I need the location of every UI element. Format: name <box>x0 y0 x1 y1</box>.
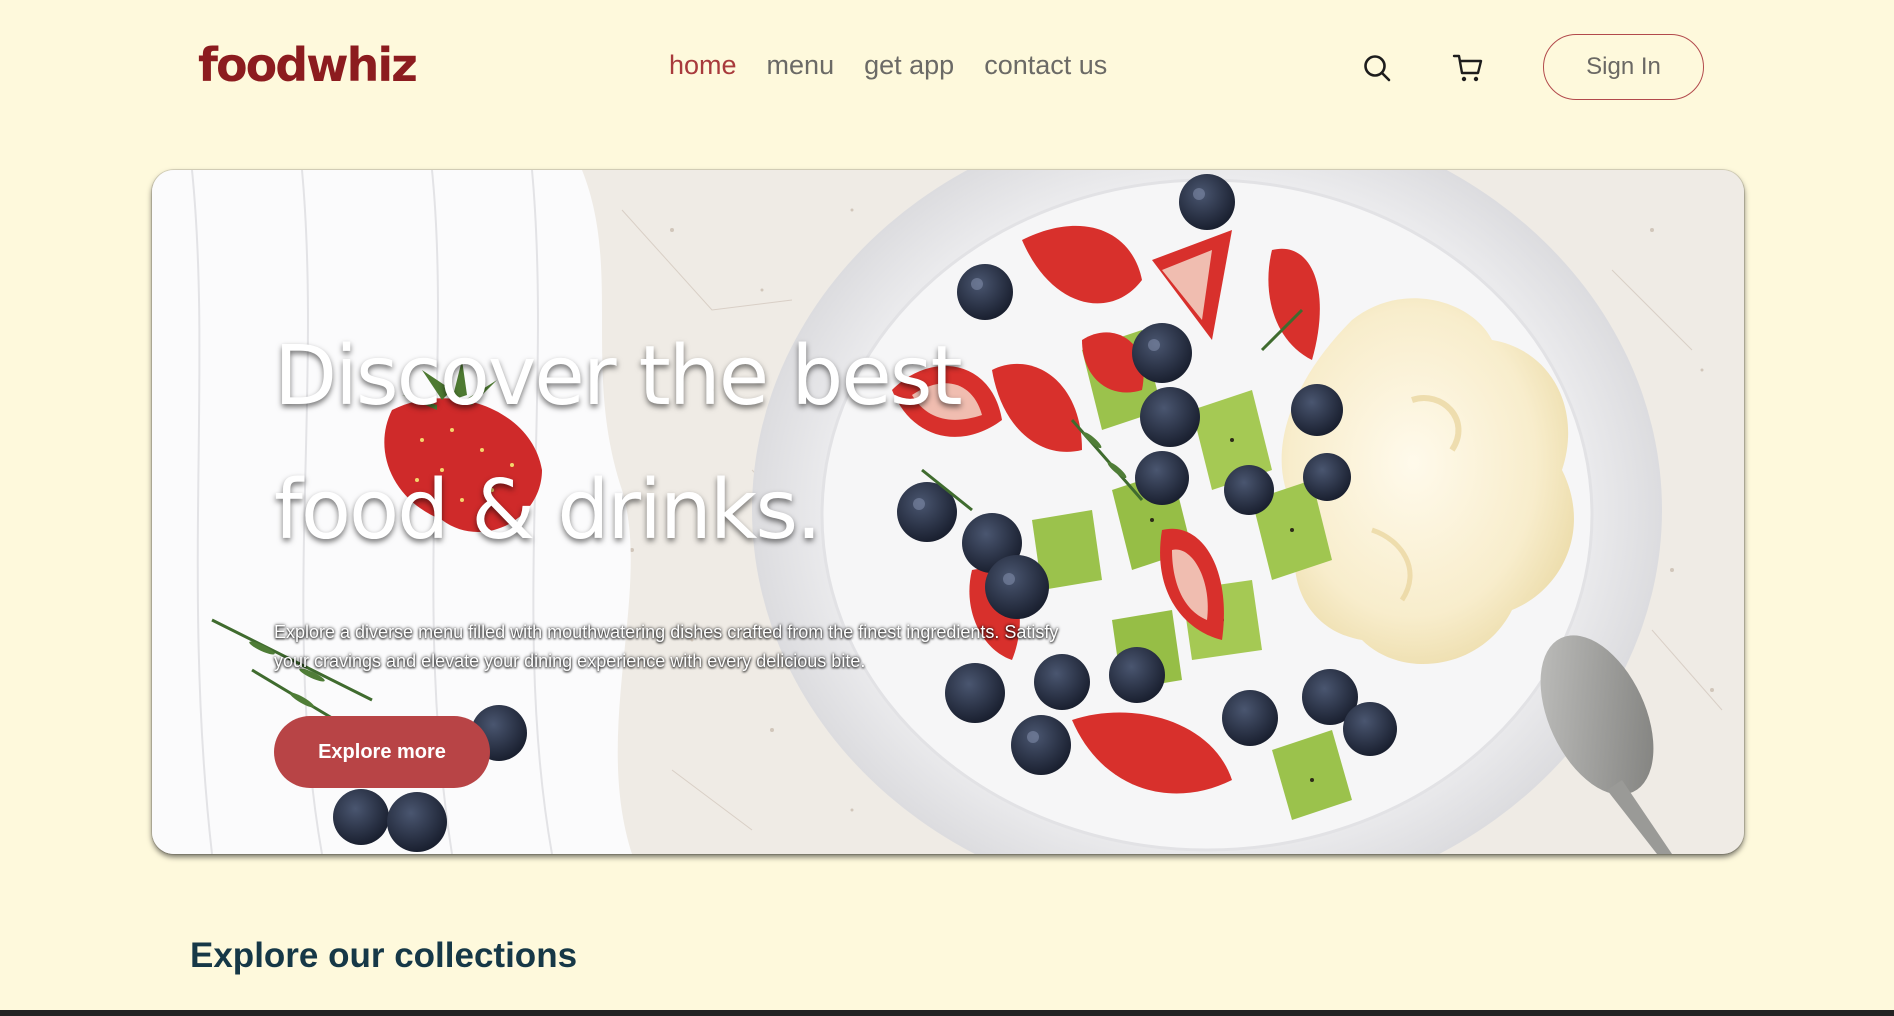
site-header: foodwhiz home menu get app contact us Si… <box>0 0 1894 140</box>
explore-more-button[interactable]: Explore more <box>274 716 490 788</box>
nav-link-menu[interactable]: menu <box>767 50 835 81</box>
main-nav: home menu get app contact us <box>669 50 1107 81</box>
hero-description: Explore a diverse menu filled with mouth… <box>274 622 1059 671</box>
logo[interactable]: foodwhiz <box>198 38 418 92</box>
nav-link-get-app[interactable]: get app <box>864 50 954 81</box>
cart-icon <box>1452 54 1483 82</box>
bottom-divider <box>0 1010 1894 1016</box>
hero-title: Discover the best food & drinks. <box>274 310 1274 578</box>
search-icon <box>1364 55 1391 82</box>
page: foodwhiz home menu get app contact us Si… <box>0 0 1894 1016</box>
cart-button[interactable] <box>1448 48 1488 88</box>
hero-title-line-1: Discover the best <box>274 329 963 424</box>
nav-link-contact-us[interactable]: contact us <box>984 50 1107 81</box>
nav-link-home[interactable]: home <box>669 50 737 81</box>
collections-heading: Explore our collections <box>190 936 578 975</box>
search-button[interactable] <box>1357 48 1397 88</box>
sign-in-button[interactable]: Sign In <box>1543 34 1704 100</box>
hero-text-block: Discover the best food & drinks. Explore… <box>274 310 1274 676</box>
hero-title-line-2: food & drinks. <box>274 463 822 558</box>
hero-banner: Discover the best food & drinks. Explore… <box>152 170 1744 854</box>
